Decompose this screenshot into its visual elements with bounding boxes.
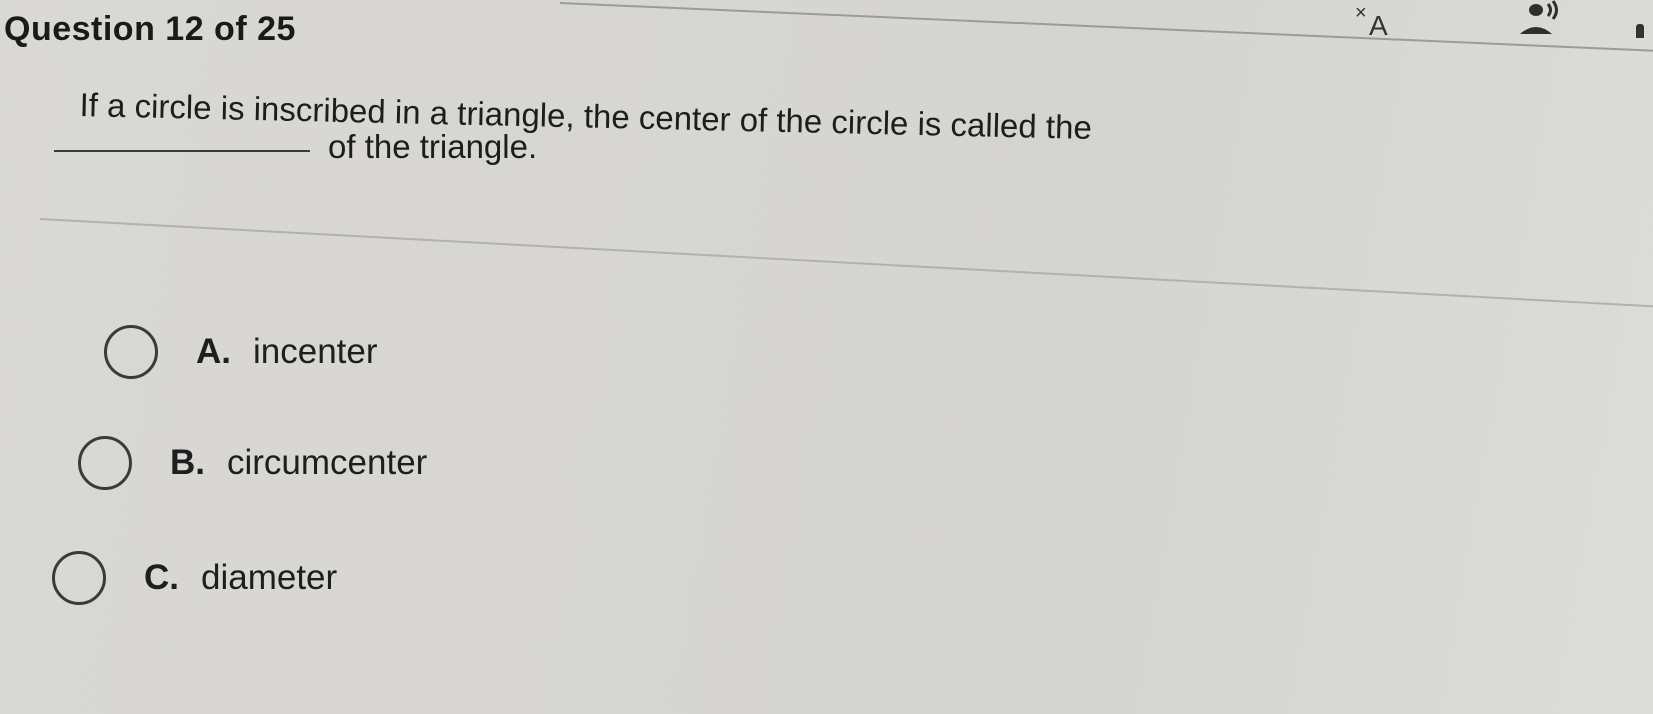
section-divider [39, 218, 1653, 309]
translate-icon[interactable]: × A [1355, 2, 1399, 42]
radio-button-c[interactable] [52, 551, 106, 605]
option-b[interactable]: B. circumcenter [78, 433, 427, 493]
option-a[interactable]: A. incenter [104, 322, 378, 382]
prompt-text-line2: of the triangle. [328, 128, 538, 165]
option-letter: B. [170, 443, 205, 482]
radio-button-b[interactable] [78, 436, 132, 490]
option-label: diameter [201, 558, 338, 597]
question-prompt: If a circle is inscribed in a triangle, … [0, 80, 1653, 220]
option-letter: A. [196, 332, 231, 371]
option-c[interactable]: C. diameter [52, 548, 337, 608]
option-label: incenter [253, 332, 378, 371]
header-divider [559, 2, 1653, 52]
radio-button-a[interactable] [104, 325, 158, 379]
audio-icon[interactable] [1512, 0, 1572, 49]
option-letter: C. [144, 558, 179, 597]
answer-options: A. incenter B. circumcenter C. diameter [0, 300, 700, 640]
top-bar: Question 12 of 25 × A [0, 0, 1653, 62]
answer-blank [54, 150, 310, 152]
overflow-icon [1636, 24, 1644, 38]
question-counter: Question 12 of 25 [4, 10, 296, 48]
option-label: circumcenter [227, 443, 428, 482]
prompt-text-line1: If a circle is inscribed in a triangle, … [79, 86, 1093, 146]
